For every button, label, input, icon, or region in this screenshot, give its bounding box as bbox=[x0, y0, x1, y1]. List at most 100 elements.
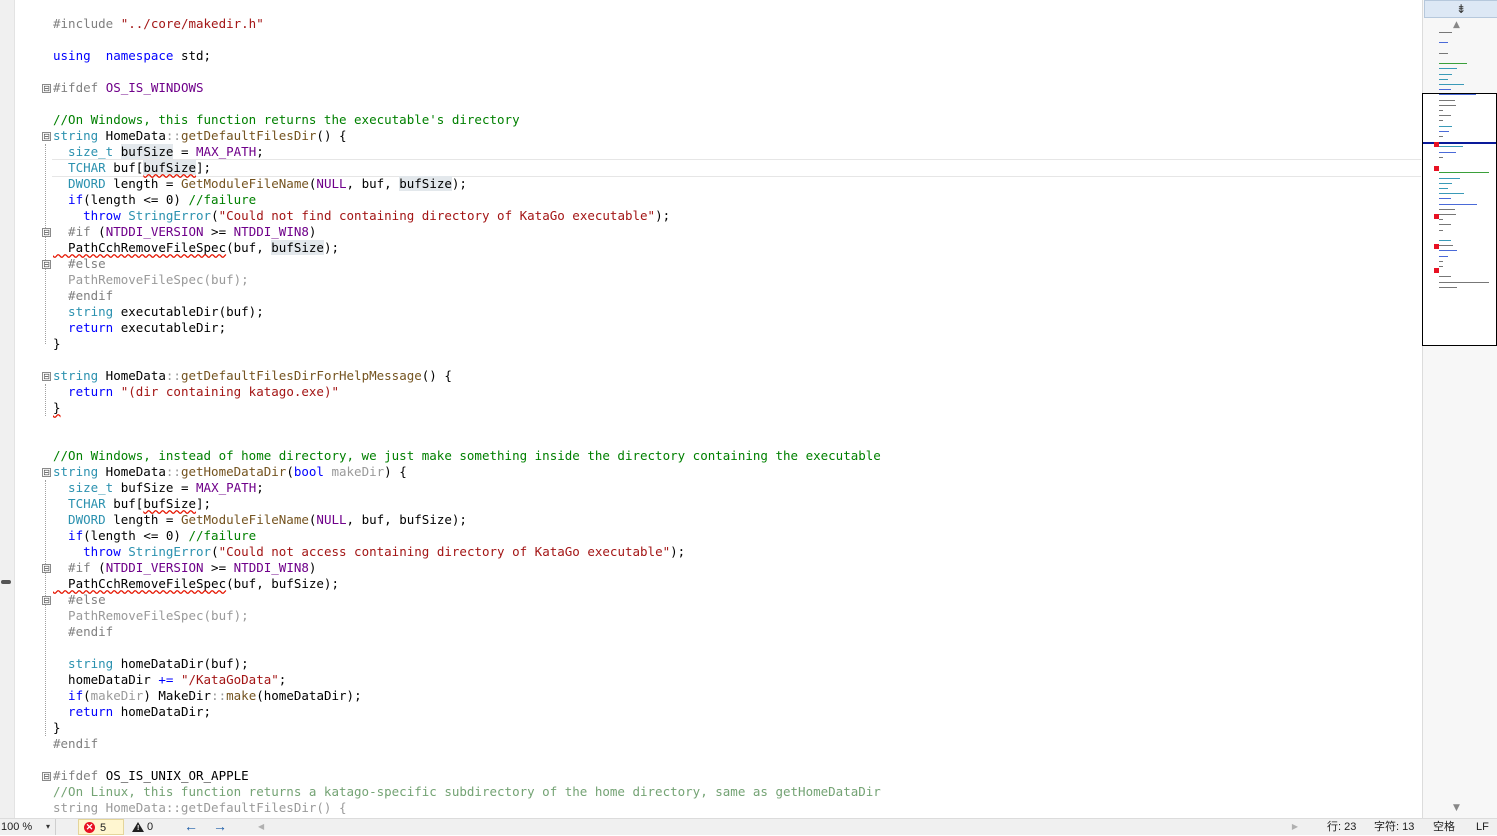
code-line[interactable]: using namespace std; bbox=[53, 48, 211, 64]
code-token: string bbox=[53, 656, 114, 671]
code-line[interactable]: #if (NTDDI_VERSION >= NTDDI_WIN8) bbox=[53, 224, 316, 240]
code-line[interactable]: if(makeDir) MakeDir::make(homeDataDir); bbox=[53, 688, 362, 704]
code-line[interactable]: #endif bbox=[53, 624, 113, 640]
code-line[interactable]: } bbox=[53, 720, 61, 736]
code-token: bufSize bbox=[120, 144, 174, 159]
code-line[interactable]: return homeDataDir; bbox=[53, 704, 211, 720]
code-line[interactable]: PathCchRemoveFileSpec(buf, bufSize); bbox=[53, 240, 339, 256]
zoom-level-dropdown[interactable]: 100 % ▾ bbox=[0, 819, 56, 835]
minimap-error-marker[interactable] bbox=[1434, 244, 1439, 249]
line-number-indicator[interactable]: 行: 23 bbox=[1327, 819, 1356, 835]
code-token: (length <= 0) bbox=[83, 528, 189, 543]
code-line[interactable]: PathRemoveFileSpec(buf); bbox=[53, 272, 249, 288]
char-position-indicator[interactable]: 字符: 13 bbox=[1374, 819, 1414, 835]
scroll-down-arrow-icon[interactable]: ▼ bbox=[1453, 803, 1460, 813]
fold-toggle-else[interactable]: ⊟ bbox=[42, 260, 51, 269]
code-token: ) MakeDir bbox=[143, 688, 212, 703]
code-line[interactable]: throw StringError("Could not find contai… bbox=[53, 208, 670, 224]
code-token: getHomeDataDir bbox=[180, 464, 287, 479]
code-line[interactable]: size_t bufSize = MAX_PATH; bbox=[53, 144, 264, 160]
code-token: #if bbox=[53, 560, 99, 575]
code-line[interactable]: PathRemoveFileSpec(buf); bbox=[53, 608, 249, 624]
code-line[interactable]: //On Windows, this function returns the … bbox=[53, 112, 520, 128]
code-line[interactable]: #else bbox=[53, 592, 106, 608]
minimap-error-marker[interactable] bbox=[1434, 166, 1439, 171]
minimap-error-marker[interactable] bbox=[1434, 142, 1439, 147]
navigate-back-icon[interactable]: ← bbox=[184, 819, 198, 834]
scroll-left-arrow-icon[interactable]: ◀ bbox=[258, 822, 264, 832]
code-line[interactable]: #include "../core/makedir.h" bbox=[53, 16, 264, 32]
code-token: HomeData bbox=[98, 128, 166, 143]
code-line[interactable]: } bbox=[53, 400, 61, 416]
navigate-forward-icon[interactable]: → bbox=[213, 819, 227, 834]
code-editor[interactable]: #include "../core/makedir.h" using namesp… bbox=[15, 0, 1421, 818]
code-token: = bbox=[173, 144, 197, 159]
fold-toggle-helpmessage[interactable]: ⊟ bbox=[42, 372, 51, 381]
code-line[interactable]: string HomeData::getHomeDataDir(bool mak… bbox=[53, 464, 407, 480]
minimap-error-marker[interactable] bbox=[1434, 268, 1439, 273]
fold-toggle-else-2[interactable]: ⊟ bbox=[42, 596, 51, 605]
code-token: string HomeData::getDefaultFilesDir() { bbox=[53, 800, 347, 815]
code-line[interactable]: #endif bbox=[53, 288, 113, 304]
code-line[interactable]: throw StringError("Could not access cont… bbox=[53, 544, 685, 560]
code-line[interactable]: //On Windows, instead of home directory,… bbox=[53, 448, 881, 464]
fold-toggle-if-ntddi[interactable]: ⊟ bbox=[42, 228, 51, 237]
line-ending-mode[interactable]: LF bbox=[1476, 819, 1489, 835]
code-line[interactable]: //On Linux, this function returns a kata… bbox=[53, 784, 881, 800]
code-line[interactable]: string homeDataDir(buf); bbox=[53, 656, 249, 672]
code-token: #endif bbox=[53, 288, 114, 303]
code-token: //On Windows, instead of home directory,… bbox=[53, 448, 881, 463]
fold-toggle-ifdef-unix[interactable]: ⊟ bbox=[42, 772, 51, 781]
fold-toggle-gethomedatadir[interactable]: ⊟ bbox=[42, 468, 51, 477]
code-line[interactable]: size_t bufSize = MAX_PATH; bbox=[53, 480, 264, 496]
error-count-button[interactable]: ✕ 5 bbox=[78, 819, 124, 835]
code-line[interactable]: TCHAR buf[bufSize]; bbox=[53, 496, 211, 512]
code-token: getDefaultFilesDirForHelpMessage bbox=[180, 368, 422, 383]
code-line[interactable]: #endif bbox=[53, 736, 98, 752]
code-line[interactable]: #ifdef OS_IS_UNIX_OR_APPLE bbox=[53, 768, 249, 784]
warning-count[interactable]: 0 bbox=[147, 819, 153, 835]
code-line[interactable]: } bbox=[53, 336, 61, 352]
code-token: return bbox=[53, 704, 114, 719]
fold-toggle-getdefaultfilesdir[interactable]: ⊟ bbox=[42, 132, 51, 141]
fold-toggle-if-ntddi-2[interactable]: ⊟ bbox=[42, 564, 51, 573]
code-line[interactable]: string HomeData::getDefaultFilesDirForHe… bbox=[53, 368, 452, 384]
code-token: ) bbox=[308, 560, 317, 575]
code-line[interactable]: TCHAR buf[bufSize]; bbox=[53, 160, 211, 176]
code-line[interactable]: if(length <= 0) //failure bbox=[53, 192, 256, 208]
scroll-up-arrow-icon[interactable]: ▲ bbox=[1453, 20, 1460, 30]
minimap-line bbox=[1439, 146, 1463, 148]
split-window-button[interactable]: ⇟ bbox=[1424, 0, 1497, 18]
code-line[interactable]: #ifdef OS_IS_WINDOWS bbox=[53, 80, 204, 96]
code-token: "/KataGoData" bbox=[180, 672, 279, 687]
code-line[interactable]: DWORD length = GetModuleFileName(NULL, b… bbox=[53, 512, 467, 528]
code-token: (buf, bbox=[226, 240, 272, 255]
change-marker bbox=[1, 580, 11, 584]
code-token: PathRemoveFileSpec(buf); bbox=[53, 608, 249, 623]
code-line[interactable]: #else bbox=[53, 256, 106, 272]
code-line[interactable]: PathCchRemoveFileSpec(buf, bufSize); bbox=[53, 576, 339, 592]
code-line[interactable]: string HomeData::getDefaultFilesDir() { bbox=[53, 800, 347, 816]
minimap-line bbox=[1439, 125, 1452, 127]
code-token: throw bbox=[53, 208, 121, 223]
code-line[interactable]: string executableDir(buf); bbox=[53, 304, 264, 320]
code-line[interactable]: return "(dir containing katago.exe)" bbox=[53, 384, 339, 400]
code-line[interactable]: if(length <= 0) //failure bbox=[53, 528, 256, 544]
code-line[interactable]: #if (NTDDI_VERSION >= NTDDI_WIN8) bbox=[53, 560, 316, 576]
minimap-error-marker[interactable] bbox=[1434, 214, 1439, 219]
scroll-right-arrow-icon[interactable]: ▶ bbox=[1292, 822, 1298, 832]
editor-left-margin[interactable] bbox=[0, 0, 15, 818]
code-token: } bbox=[53, 400, 61, 415]
code-token: MAX_PATH bbox=[196, 480, 257, 495]
code-line[interactable]: string HomeData::getDefaultFilesDir() { bbox=[53, 128, 347, 144]
code-line[interactable]: return executableDir; bbox=[53, 320, 226, 336]
indentation-mode[interactable]: 空格 bbox=[1433, 819, 1455, 835]
fold-toggle-ifdef-windows[interactable]: ⊟ bbox=[42, 84, 51, 93]
horizontal-scrollbar[interactable]: ◀ ▶ bbox=[258, 822, 1298, 832]
code-line[interactable]: DWORD length = GetModuleFileName(NULL, b… bbox=[53, 176, 467, 192]
minimap-viewport[interactable] bbox=[1422, 93, 1497, 346]
code-line[interactable]: homeDataDir += "/KataGoData"; bbox=[53, 672, 286, 688]
minimap-line bbox=[1439, 276, 1451, 278]
minimap-line bbox=[1439, 203, 1477, 205]
